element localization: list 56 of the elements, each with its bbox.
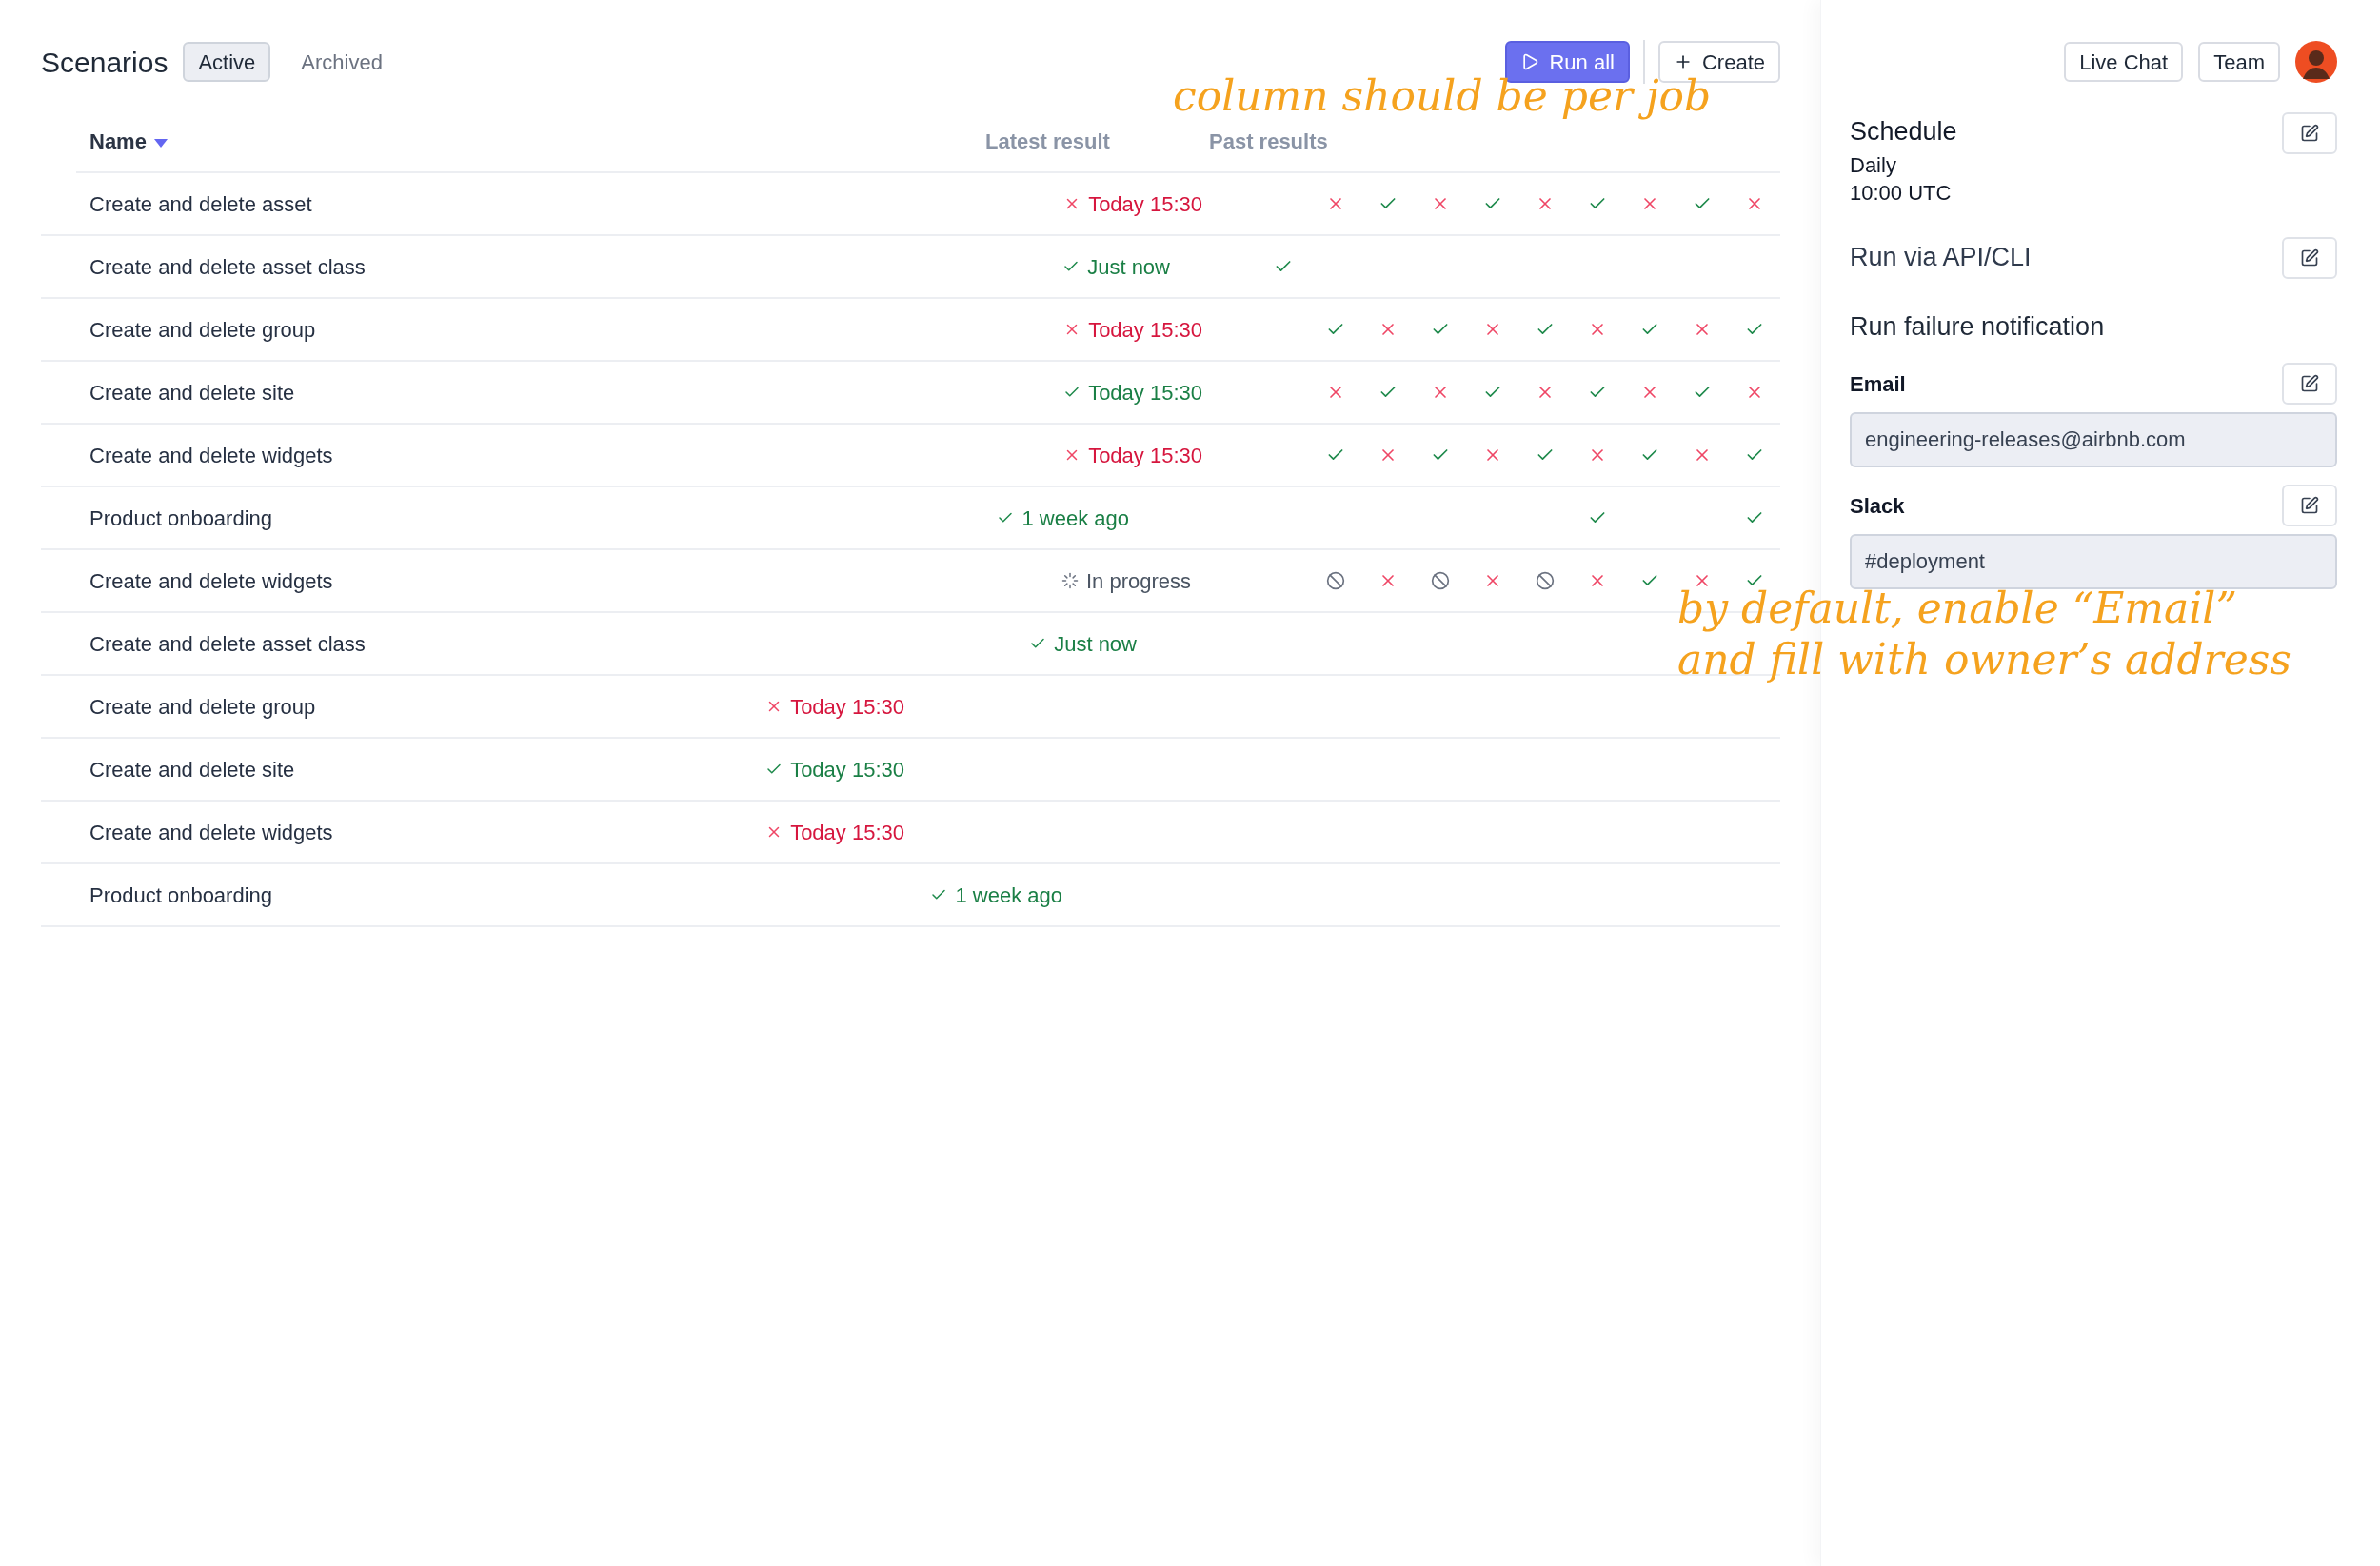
scenario-name[interactable]: Create and delete site — [41, 376, 1064, 408]
edit-icon — [2300, 496, 2319, 515]
latest-result: Just now — [1087, 253, 1170, 281]
edit-icon — [2300, 374, 2319, 393]
latest-result: Today 15:30 — [790, 819, 904, 846]
avatar[interactable] — [2295, 41, 2337, 83]
scenario-name[interactable]: Create and delete asset — [41, 188, 1064, 220]
scenario-name[interactable]: Create and delete group — [41, 690, 766, 723]
latest-result: In progress — [1085, 567, 1191, 595]
skipped-icon — [1430, 571, 1450, 590]
latest-result: Today 15:30 — [1088, 442, 1202, 469]
schedule-value: Daily — [1850, 151, 1897, 179]
scenario-name[interactable]: Create and delete asset class — [41, 627, 1030, 660]
field-label: Email — [1850, 370, 1906, 398]
scenario-name[interactable]: Product onboarding — [41, 502, 998, 534]
column-header: Latest result — [985, 128, 1110, 155]
slack-field[interactable]: #deployment — [1850, 534, 2337, 589]
scenario-name[interactable]: Create and delete widgets — [41, 565, 1061, 597]
edit-button[interactable] — [2282, 363, 2337, 405]
schedule-value: 10:00 UTC — [1850, 179, 1953, 207]
scenario-name[interactable]: Product onboarding — [41, 879, 931, 911]
latest-result: Today 15:30 — [1088, 316, 1202, 344]
edit-button[interactable] — [2282, 236, 2337, 279]
scenario-name[interactable]: Create and delete group — [41, 313, 1064, 346]
column-header[interactable]: Name — [89, 125, 147, 157]
latest-result: Just now — [1054, 630, 1137, 658]
scenario-name[interactable]: Create and delete widgets — [41, 439, 1064, 471]
edit-button[interactable] — [2282, 485, 2337, 526]
spinner-icon — [1061, 572, 1079, 589]
edit-icon — [2300, 248, 2319, 268]
edit-icon — [2300, 124, 2319, 143]
section-title: Schedule — [1850, 116, 1957, 148]
scenario-name[interactable]: Create and delete site — [41, 753, 766, 785]
tab[interactable]: Archived — [286, 42, 398, 82]
column-header: Past results — [1209, 128, 1328, 155]
latest-result: 1 week ago — [955, 882, 1062, 909]
play-icon — [1520, 52, 1540, 71]
latest-result: 1 week ago — [1021, 505, 1129, 532]
skipped-icon — [1535, 571, 1555, 590]
handwritten-note: and fill with owner’s address — [1677, 634, 2291, 685]
latest-result: Today 15:30 — [1088, 190, 1202, 218]
latest-result: Today 15:30 — [1088, 379, 1202, 406]
scenario-name[interactable]: Create and delete asset class — [41, 250, 1063, 283]
tab[interactable]: Active — [183, 42, 271, 82]
skipped-icon — [1325, 571, 1345, 590]
latest-result: Today 15:30 — [790, 756, 904, 783]
latest-result: Today 15:30 — [790, 693, 904, 721]
email-field[interactable]: engineering-releases@airbnb.com — [1850, 412, 2337, 467]
team-button[interactable]: Team — [2198, 42, 2280, 82]
section-title: Run via API/CLI — [1850, 242, 2032, 274]
section-title: Run failure notification — [1850, 310, 2106, 343]
page-title: Scenarios — [41, 45, 169, 80]
live-chat-button[interactable]: Live Chat — [2064, 42, 2184, 82]
scenario-name[interactable]: Create and delete widgets — [41, 816, 766, 848]
field-label: Slack — [1850, 492, 1905, 520]
edit-button[interactable] — [2282, 112, 2337, 154]
